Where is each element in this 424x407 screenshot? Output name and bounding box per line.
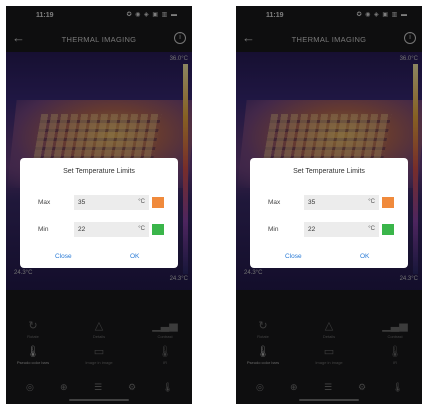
ok-button[interactable]: OK [360,253,369,260]
close-button[interactable]: Close [285,253,302,260]
close-button[interactable]: Close [55,253,72,260]
max-unit: °C [138,199,145,205]
min-color-swatch[interactable] [152,224,164,235]
dialog-title: Set Temperature Limits [63,168,135,175]
max-temp-input[interactable]: 35 °C [74,195,149,210]
max-row: Max 35 °C [250,195,408,211]
dialog-title: Set Temperature Limits [293,168,365,175]
max-label: Max [268,199,281,206]
max-unit: °C [368,199,375,205]
max-row: Max 35 °C [20,195,178,211]
max-temp-input[interactable]: 35 °C [304,195,379,210]
min-label: Min [38,226,49,233]
min-row: Min 22 °C [20,222,178,238]
max-color-swatch[interactable] [382,197,394,208]
min-color-swatch[interactable] [382,224,394,235]
min-temp-input[interactable]: 22 °C [74,222,149,237]
min-unit: °C [138,226,145,232]
phone-screen-right: 11:19 ✪ ◉ ◈ ▣ ▥ ▬ ← THERMAL IMAGING i 36… [236,6,422,404]
min-row: Min 22 °C [250,222,408,238]
min-temp-input[interactable]: 22 °C [304,222,379,237]
min-value: 22 [78,226,86,233]
temperature-limits-dialog: Set Temperature Limits Max 35 °C Min 22 … [250,158,408,268]
min-unit: °C [368,226,375,232]
max-label: Max [38,199,51,206]
min-label: Min [268,226,279,233]
temperature-limits-dialog: Set Temperature Limits Max 35 °C Min 22 … [20,158,178,268]
max-value: 35 [308,199,316,206]
phone-screen-left: 11:19 ✪ ◉ ◈ ▣ ▥ ▬ ← THERMAL IMAGING i 36… [6,6,192,404]
min-value: 22 [308,226,316,233]
max-color-swatch[interactable] [152,197,164,208]
max-value: 35 [78,199,86,206]
ok-button[interactable]: OK [130,253,139,260]
